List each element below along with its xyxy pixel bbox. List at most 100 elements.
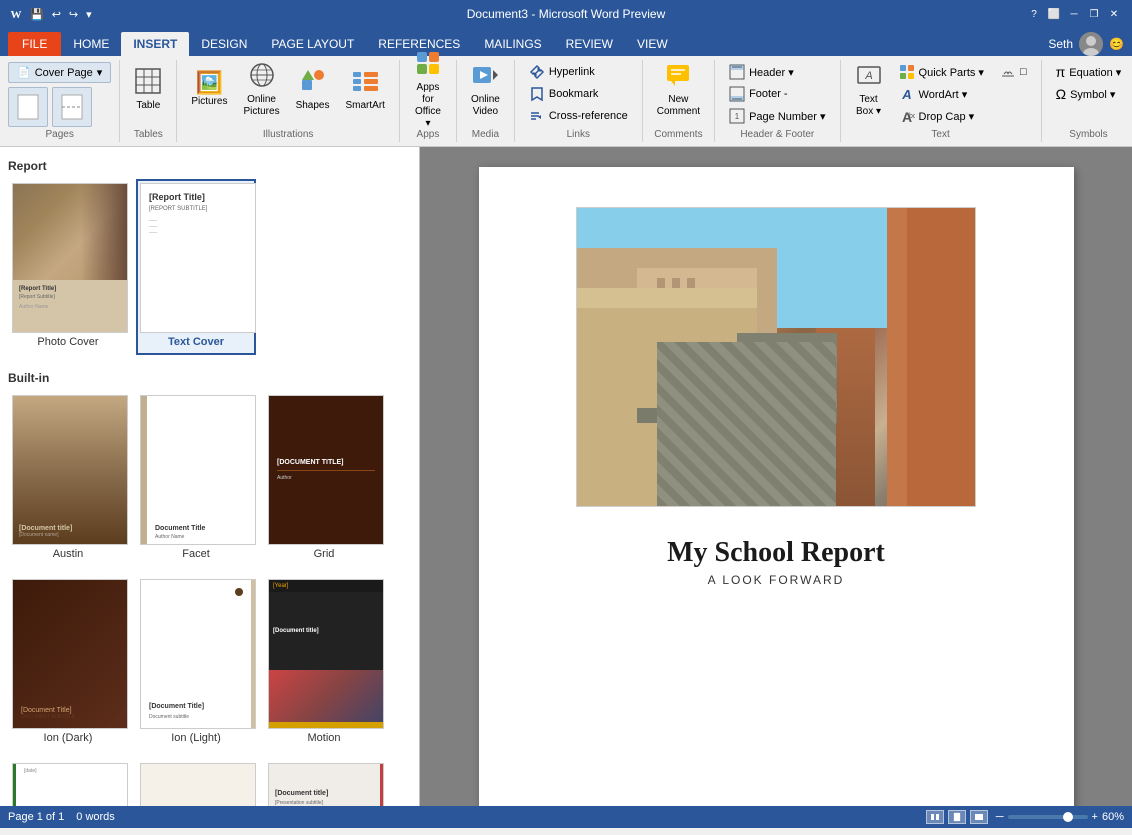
equation-label: Equation ▾: [1069, 66, 1121, 79]
table-btn[interactable]: Table: [128, 62, 168, 118]
zoom-slider[interactable]: [1008, 815, 1088, 819]
smartart-icon: [352, 68, 378, 98]
blank-page-btn[interactable]: [8, 87, 48, 127]
footer-btn[interactable]: Footer -: [723, 84, 831, 104]
iondark-title: [Document Title]: [21, 707, 119, 714]
tab-home[interactable]: HOME: [61, 32, 121, 56]
cover-dropdown-icon: ▾: [97, 66, 103, 79]
page-break-btn[interactable]: [52, 87, 92, 127]
comments-label: Comments: [654, 127, 702, 140]
cover-item-text[interactable]: [Report Title] [REPORT SUBTITLE] _______…: [136, 179, 256, 355]
pictures-btn[interactable]: 🖼️ Pictures: [185, 62, 233, 118]
tables-content: Table: [128, 62, 168, 127]
wordart-btn[interactable]: A WordArt ▾: [893, 84, 990, 104]
footer-label: Footer -: [749, 88, 788, 100]
online-video-btn[interactable]: OnlineVideo: [465, 62, 506, 118]
page-number-btn[interactable]: 1 Page Number ▾: [723, 106, 831, 126]
cover-item-ionlight[interactable]: [Document Title] Document subtitle Ion (…: [136, 575, 256, 751]
shapes-btn[interactable]: Shapes: [290, 62, 336, 118]
ribbon-group-links: Hyperlink Bookmark Cross-reference Links: [515, 60, 643, 142]
links-content: Hyperlink Bookmark Cross-reference: [523, 62, 634, 127]
cover-item-austin[interactable]: [Document title] [Document name] Austin: [8, 391, 128, 567]
text-extras-col: Quick Parts ▾ A WordArt ▾ Abc Drop Cap ▾: [893, 62, 990, 126]
equation-btn[interactable]: π Equation ▾: [1050, 62, 1128, 82]
ribbon-group-illustrations: 🖼️ Pictures OnlinePictures Shapes Smar: [177, 60, 400, 142]
illustrations-content: 🖼️ Pictures OnlinePictures Shapes Smar: [185, 62, 391, 127]
cover-item-motion[interactable]: [Year] [Document title] Motion: [264, 575, 384, 751]
symbol-label: Symbol ▾: [1070, 88, 1115, 101]
zoom-in-btn[interactable]: +: [1092, 811, 1098, 823]
restore-btn[interactable]: ❐: [1084, 4, 1104, 24]
cross-reference-btn[interactable]: Cross-reference: [523, 106, 634, 126]
zoom-out-btn[interactable]: ─: [996, 811, 1004, 823]
help-btn[interactable]: ?: [1024, 4, 1044, 24]
symbol-btn[interactable]: Ω Symbol ▾: [1050, 84, 1128, 104]
ribbon-group-pages: 📄 Cover Page ▾ Pages: [0, 60, 120, 142]
main-area: Report [Report Title] [Report Subtitle] …: [0, 147, 1132, 806]
tab-page-layout[interactable]: PAGE LAYOUT: [259, 32, 366, 56]
apps-for-office-btn[interactable]: Apps forOffice ▾: [408, 62, 448, 118]
tab-file[interactable]: FILE: [8, 32, 61, 56]
print-layout-btn[interactable]: [948, 810, 966, 824]
tab-insert[interactable]: INSERT: [121, 32, 189, 56]
undo-qat-btn[interactable]: ↩: [50, 6, 63, 23]
redo-qat-btn[interactable]: ↪: [67, 6, 80, 23]
tab-design[interactable]: DESIGN: [189, 32, 259, 56]
cover-item-semaphore[interactable]: [date] [Company] [DOCUMENT TITLE] Semaph…: [8, 759, 128, 806]
bookmark-btn[interactable]: Bookmark: [523, 84, 634, 104]
cover-item-whisp[interactable]: [Document title] [Presentation subtitle]…: [264, 759, 384, 806]
cover-name-motion: Motion: [268, 729, 380, 747]
tab-view[interactable]: VIEW: [625, 32, 680, 56]
hyperlink-btn[interactable]: Hyperlink: [523, 62, 634, 82]
doc-subtitle: A LOOK FORWARD: [708, 573, 845, 587]
quick-parts-btn[interactable]: Quick Parts ▾: [893, 62, 990, 82]
text-box-btn[interactable]: A TextBox ▾: [849, 62, 889, 118]
smartart-btn[interactable]: SmartArt: [340, 62, 391, 118]
whisp-title: [Document title]: [275, 790, 374, 797]
close-btn[interactable]: ✕: [1104, 4, 1124, 24]
text-content: A TextBox ▾ Quick Parts ▾ A WordArt ▾ Ab…: [849, 62, 1033, 127]
cover-item-sideline[interactable]: [Document title] [Presentation subtitle]…: [136, 759, 256, 806]
cover-page-btn[interactable]: 📄 Cover Page ▾: [8, 62, 111, 83]
read-mode-btn[interactable]: [926, 810, 944, 824]
header-footer-label: Header & Footer: [740, 127, 814, 140]
new-comment-btn[interactable]: NewComment: [651, 62, 706, 118]
builtin-covers-grid: [Document title] [Document name] Austin …: [8, 391, 411, 806]
illustrations-label: Illustrations: [263, 127, 314, 140]
motion-title: [Document title]: [273, 628, 319, 634]
thumb-text-detail: _________: [149, 216, 247, 234]
cover-item-iondark[interactable]: [Document Title] DOCUMENT SUBTITLE Ion (…: [8, 575, 128, 751]
thumb-semaphore-art: [date] [Company] [DOCUMENT TITLE]: [13, 764, 127, 806]
section-builtin-label: Built-in: [8, 367, 411, 391]
web-layout-btn[interactable]: [970, 810, 988, 824]
status-page: Page 1 of 1: [8, 811, 64, 823]
cover-thumb-ionlight: [Document Title] Document subtitle: [140, 579, 256, 729]
tab-mailings[interactable]: MAILINGS: [472, 32, 553, 56]
cover-name-grid: Grid: [268, 545, 380, 563]
tab-review[interactable]: REVIEW: [554, 32, 625, 56]
cover-thumb-sideline: [Document title] [Presentation subtitle]: [140, 763, 256, 806]
cover-thumb-facet: Document Title Author Name: [140, 395, 256, 545]
ribbon-group-symbols: π Equation ▾ Ω Symbol ▾ Symbols: [1042, 60, 1132, 142]
online-video-label: OnlineVideo: [471, 94, 500, 118]
facet-sub: Author Name: [155, 534, 251, 540]
minimize-btn[interactable]: ─: [1064, 4, 1084, 24]
ribbon-display-btn[interactable]: ⬜: [1044, 4, 1064, 24]
cover-item-facet[interactable]: Document Title Author Name Facet: [136, 391, 256, 567]
save-qat-btn[interactable]: 💾: [28, 6, 46, 23]
drop-cap-btn[interactable]: Abc Drop Cap ▾: [893, 106, 990, 126]
zoom-level: 60%: [1102, 811, 1124, 823]
cover-item-photo[interactable]: [Report Title] [Report Subtitle] Author …: [8, 179, 128, 355]
signature-line-btn[interactable]: □: [994, 62, 1033, 82]
cover-thumb-grid: [DOCUMENT TITLE] Author: [268, 395, 384, 545]
emoji-icon: 😊: [1109, 37, 1124, 51]
online-pictures-btn[interactable]: OnlinePictures: [237, 62, 285, 118]
customize-qat-btn[interactable]: ▾: [84, 6, 94, 23]
doc-page: My School Report A LOOK FORWARD Seth Fox…: [479, 167, 1074, 806]
cover-item-grid[interactable]: [DOCUMENT TITLE] Author Grid: [264, 391, 384, 567]
cover-thumb-austin: [Document title] [Document name]: [12, 395, 128, 545]
header-btn[interactable]: Header ▾: [723, 62, 831, 82]
cover-name-ionlight: Ion (Light): [140, 729, 252, 747]
apps-label-group: Apps: [417, 127, 440, 140]
motion-img: [269, 670, 383, 722]
